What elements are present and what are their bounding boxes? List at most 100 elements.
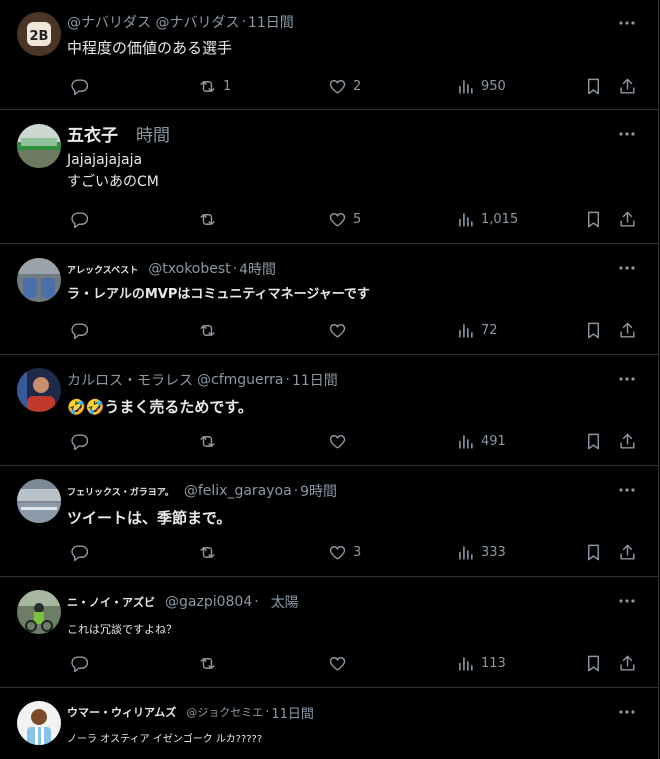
avatar[interactable] bbox=[17, 124, 61, 168]
bookmark-button[interactable] bbox=[584, 71, 603, 101]
share-button[interactable] bbox=[618, 426, 637, 456]
tweet[interactable]: ウマー・ウィリアムズ @ジョクセミエ · 11日間 ノーラ オスティア イゼンゴ… bbox=[0, 688, 658, 759]
timestamp[interactable]: 4時間 bbox=[239, 259, 276, 279]
timestamp[interactable]: 時間 bbox=[136, 122, 170, 145]
timestamp[interactable]: 11日間 bbox=[271, 703, 314, 722]
views-icon bbox=[459, 212, 473, 227]
display-name[interactable]: 五衣子 bbox=[67, 122, 118, 145]
user-handle[interactable]: @felix_garayoa bbox=[184, 483, 292, 499]
retweet-button[interactable]: 1 bbox=[198, 71, 231, 101]
tweet[interactable]: カルロス・モラレス @cfmguerra · 11日間 🤣🤣うまく売るためです。… bbox=[0, 355, 658, 466]
share-icon bbox=[620, 433, 635, 449]
views-icon bbox=[459, 545, 473, 560]
reply-button[interactable] bbox=[70, 648, 95, 678]
reply-button[interactable] bbox=[70, 537, 95, 567]
bookmark-button[interactable] bbox=[584, 648, 603, 678]
more-icon[interactable] bbox=[618, 125, 636, 143]
like-button[interactable] bbox=[328, 315, 353, 345]
avatar[interactable] bbox=[17, 590, 61, 634]
bookmark-button[interactable] bbox=[584, 426, 603, 456]
display-name[interactable]: カルロス・モラレス bbox=[67, 370, 193, 390]
user-handle[interactable]: @cfmguerra bbox=[197, 372, 283, 388]
more-icon[interactable] bbox=[618, 592, 636, 610]
more-icon[interactable] bbox=[618, 259, 636, 277]
tweet-header: フェリックス・ガラヨア。 @felix_garayoa · 9時間 bbox=[67, 480, 598, 502]
reply-button[interactable] bbox=[70, 315, 95, 345]
separator-dot: · bbox=[241, 14, 246, 30]
timestamp[interactable]: 11日間 bbox=[248, 12, 294, 32]
more-icon[interactable] bbox=[618, 370, 636, 388]
share-button[interactable] bbox=[618, 537, 637, 567]
display-name[interactable]: ウマー・ウィリアムズ bbox=[67, 704, 176, 720]
action-bar: 72 bbox=[60, 315, 650, 345]
views-button[interactable]: 333 bbox=[456, 537, 506, 567]
like-button[interactable]: 3 bbox=[328, 537, 361, 567]
reply-button[interactable] bbox=[70, 204, 95, 234]
retweet-icon bbox=[200, 324, 215, 336]
more-icon[interactable] bbox=[618, 703, 636, 721]
more-icon[interactable] bbox=[618, 14, 636, 32]
action-bar: 5 1,015 bbox=[60, 204, 650, 234]
avatar[interactable]: 2B bbox=[17, 12, 61, 56]
bookmark-button[interactable] bbox=[584, 537, 603, 567]
user-handle[interactable]: @txokobest bbox=[148, 261, 230, 277]
view-count: 113 bbox=[481, 655, 506, 671]
views-button[interactable]: 1,015 bbox=[456, 204, 518, 234]
share-icon bbox=[620, 78, 635, 94]
like-button[interactable] bbox=[328, 648, 353, 678]
share-button[interactable] bbox=[618, 648, 637, 678]
share-button[interactable] bbox=[618, 204, 637, 234]
avatar[interactable] bbox=[17, 258, 61, 302]
retweet-icon bbox=[200, 80, 215, 92]
share-icon bbox=[620, 655, 635, 671]
tweet[interactable]: ニ・ノイ・アズビ @gazpi0804 · 太陽 これは冗談ですよね？ 113 bbox=[0, 577, 658, 688]
display-name[interactable]: フェリックス・ガラヨア。 bbox=[67, 485, 174, 498]
share-button[interactable] bbox=[618, 71, 637, 101]
retweet-button[interactable] bbox=[198, 204, 223, 234]
retweet-button[interactable] bbox=[198, 315, 223, 345]
tweet[interactable]: 五衣子 時間 Jajajajajaja すごいあのCM 5 1,015 bbox=[0, 110, 658, 244]
bookmark-button[interactable] bbox=[584, 204, 603, 234]
like-count: 2 bbox=[353, 78, 362, 94]
views-button[interactable]: 72 bbox=[456, 315, 498, 345]
tweet-text: Jajajajajaja すごいあのCM bbox=[67, 152, 159, 190]
like-button[interactable]: 5 bbox=[328, 204, 361, 234]
views-button[interactable]: 113 bbox=[456, 648, 506, 678]
reply-icon bbox=[71, 322, 89, 339]
tweet-header: @ナバリダス @ナバリダス · 11日間 bbox=[67, 11, 598, 33]
tweet-text: 🤣🤣うまく売るためです。 bbox=[67, 398, 253, 416]
timestamp[interactable]: 9時間 bbox=[300, 481, 337, 501]
bookmark-button[interactable] bbox=[584, 315, 603, 345]
views-icon bbox=[459, 656, 473, 671]
retweet-button[interactable] bbox=[198, 426, 223, 456]
tweet-header: 五衣子 時間 bbox=[67, 122, 598, 145]
avatar[interactable] bbox=[17, 479, 61, 523]
user-handle[interactable]: @ナバリダス @ナバリダス bbox=[67, 12, 239, 32]
like-button[interactable] bbox=[328, 426, 353, 456]
more-icon[interactable] bbox=[618, 481, 636, 499]
tweet[interactable]: アレックスベスト @txokobest · 4時間 ラ・レアルのMVPはコミュニ… bbox=[0, 244, 658, 355]
heart-icon bbox=[329, 656, 346, 671]
share-button[interactable] bbox=[618, 315, 637, 345]
views-button[interactable]: 491 bbox=[456, 426, 506, 456]
user-handle[interactable]: @gazpi0804 bbox=[165, 594, 252, 610]
action-bar: 1 2 950 bbox=[60, 71, 650, 101]
reply-button[interactable] bbox=[70, 426, 95, 456]
tweet[interactable]: 2B @ナバリダス @ナバリダス · 11日間 中程度の価値のある選手 1 2 … bbox=[0, 0, 658, 110]
avatar[interactable] bbox=[17, 701, 61, 745]
display-name[interactable]: ニ・ノイ・アズビ bbox=[67, 594, 155, 610]
user-handle[interactable]: @ジョクセミエ bbox=[186, 704, 263, 720]
display-name[interactable]: アレックスベスト bbox=[67, 263, 138, 276]
share-icon bbox=[620, 322, 635, 338]
retweet-button[interactable] bbox=[198, 648, 223, 678]
timestamp[interactable]: 11日間 bbox=[292, 370, 338, 390]
action-bar: 113 bbox=[60, 648, 650, 678]
views-button[interactable]: 950 bbox=[456, 71, 506, 101]
retweet-button[interactable] bbox=[198, 537, 223, 567]
tweet[interactable]: フェリックス・ガラヨア。 @felix_garayoa · 9時間 ツイートは、… bbox=[0, 466, 658, 577]
timestamp[interactable]: 太陽 bbox=[271, 592, 299, 612]
avatar[interactable] bbox=[17, 368, 61, 412]
like-button[interactable]: 2 bbox=[328, 71, 361, 101]
reply-button[interactable] bbox=[70, 71, 95, 101]
view-count: 491 bbox=[481, 433, 506, 449]
